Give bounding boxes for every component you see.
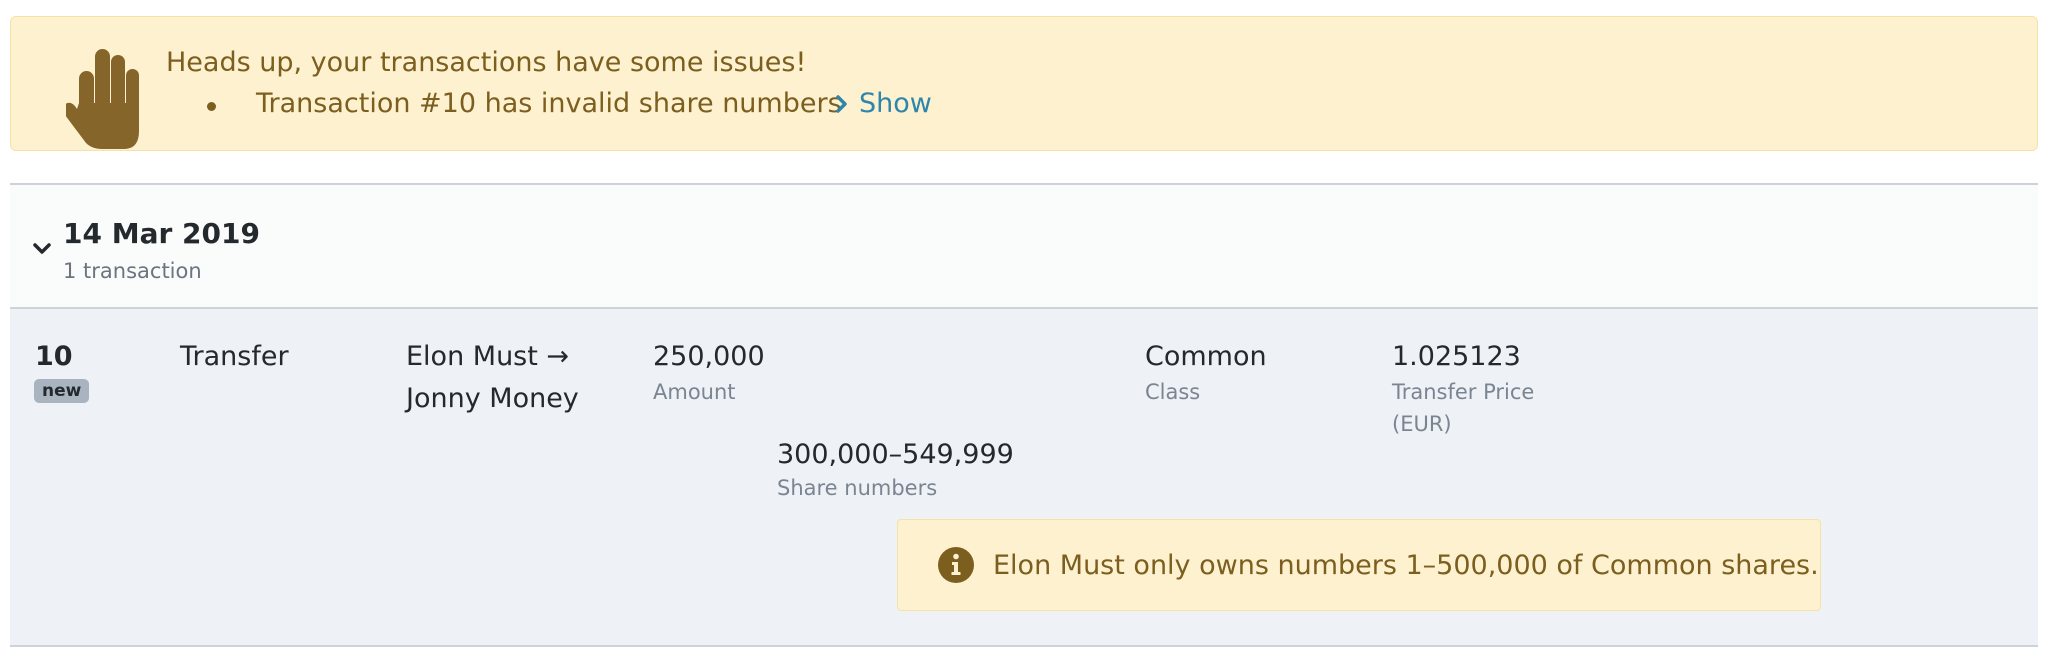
issues-alert: Heads up, your transactions have some is… bbox=[10, 16, 2038, 151]
show-link-label: Show bbox=[859, 88, 932, 119]
issue-text: Transaction #10 has invalid share number… bbox=[256, 88, 842, 119]
info-icon bbox=[938, 547, 974, 583]
transfer-to: Jonny Money bbox=[406, 383, 579, 414]
transfer-from: Elon Must → bbox=[406, 341, 570, 372]
hand-icon bbox=[66, 49, 139, 149]
share-numbers-value: 300,000–549,999 bbox=[777, 439, 1014, 470]
transfer-price-value: 1.025123 bbox=[1392, 341, 1521, 372]
chevron-down-icon[interactable] bbox=[32, 241, 52, 257]
group-transaction-count: 1 transaction bbox=[63, 259, 202, 283]
amount-value: 250,000 bbox=[653, 341, 765, 372]
transfer-price-currency: (EUR) bbox=[1392, 412, 1452, 436]
chevron-right-icon bbox=[836, 94, 847, 113]
transaction-id: 10 bbox=[35, 341, 73, 372]
share-numbers-label: Share numbers bbox=[777, 476, 938, 500]
new-badge: new bbox=[34, 379, 90, 403]
list-bullet bbox=[207, 102, 216, 111]
transaction-group-header[interactable]: 14 Mar 2019 1 transaction bbox=[10, 183, 2038, 309]
show-issue-link[interactable]: Show bbox=[833, 88, 932, 119]
transaction-type: Transfer bbox=[180, 341, 289, 372]
transaction-row[interactable]: 10 new Transfer Elon Must → Jonny Money … bbox=[10, 309, 2038, 647]
share-warning: Elon Must only owns numbers 1–500,000 of… bbox=[897, 519, 1821, 611]
class-label: Class bbox=[1145, 380, 1201, 404]
amount-label: Amount bbox=[653, 380, 736, 404]
warning-text: Elon Must only owns numbers 1–500,000 of… bbox=[993, 550, 1819, 581]
class-value: Common bbox=[1145, 341, 1267, 372]
alert-title: Heads up, your transactions have some is… bbox=[166, 47, 807, 78]
transfer-price-label: Transfer Price bbox=[1392, 380, 1535, 404]
group-date: 14 Mar 2019 bbox=[63, 217, 260, 250]
